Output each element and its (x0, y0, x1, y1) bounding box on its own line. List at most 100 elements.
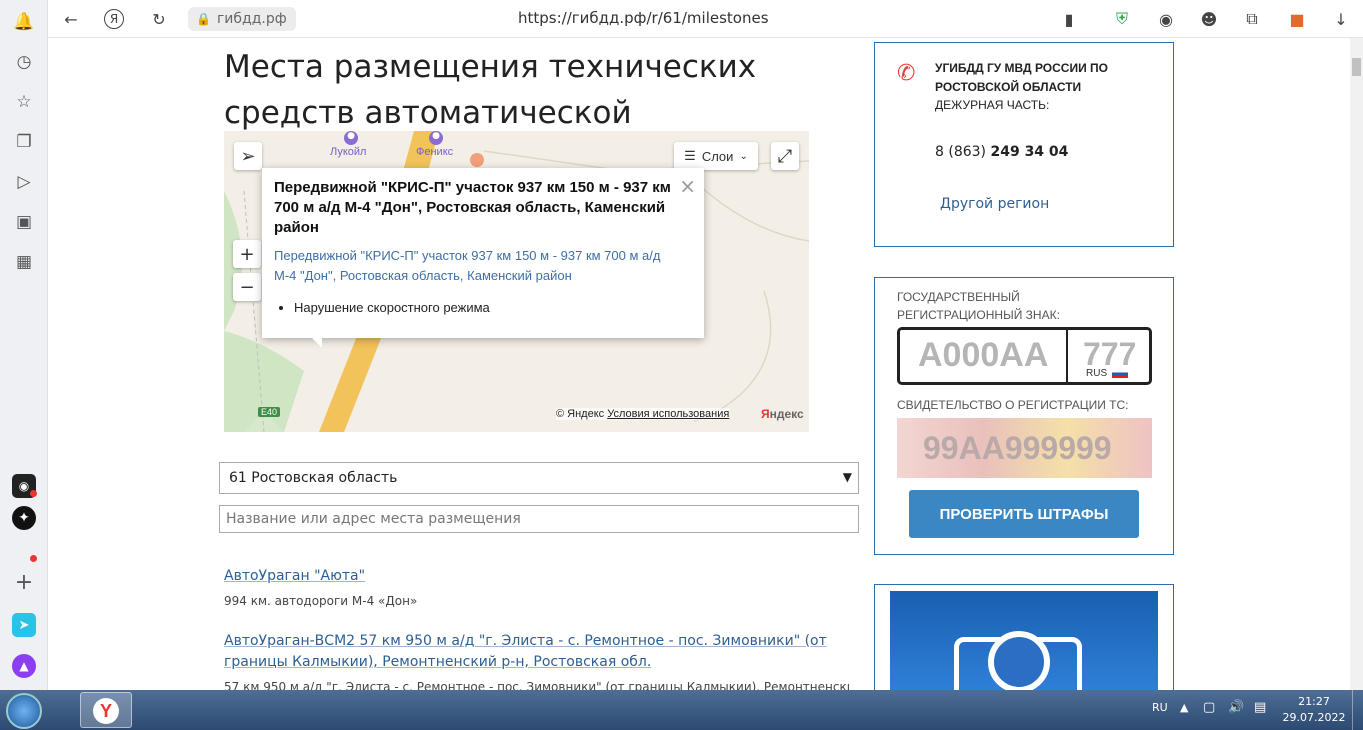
poi-lukoil-icon[interactable]: ● (344, 131, 358, 145)
chevron-down-icon: ⌄ (739, 150, 748, 162)
org-name: УГИБДД ГУ МВД РОССИИ ПО РОСТОВСКОЙ ОБЛАС… (935, 61, 1108, 94)
extension-icon[interactable]: ◉ (1155, 8, 1177, 30)
alice-icon[interactable]: ▲ (12, 654, 36, 678)
violation-item: Нарушение скоростного режима (294, 300, 692, 315)
scrollbar[interactable] (1350, 38, 1363, 690)
contact-box: ✆ УГИБДД ГУ МВД РОССИИ ПО РОСТОВСКОЙ ОБЛ… (874, 42, 1174, 247)
cert-number-placeholder: 99АА999999 (923, 430, 1112, 466)
result-title-link[interactable]: АвтоУраган-ВСМ2 57 км 950 м а/д "г. Элис… (224, 631, 849, 673)
result-subtitle: 994 км. автодороги М-4 «Дон» (224, 594, 418, 608)
address-bar[interactable]: https://гибдд.рф/r/61/milestones (518, 9, 769, 27)
tray-device-icon[interactable]: ▢ (1203, 700, 1215, 715)
dog-extension-icon[interactable]: ☻ (1198, 8, 1220, 30)
domain-text: гибдд.рф (216, 11, 287, 27)
poi-lukoil-label: Лукойл (330, 146, 367, 158)
messenger-icon[interactable]: ➤ (12, 613, 36, 637)
bell-icon[interactable]: 🔔 (12, 10, 36, 34)
reload-icon[interactable]: ↻ (148, 8, 170, 30)
plate-number-placeholder: А000АА (918, 336, 1049, 374)
protect-shield-icon[interactable]: ⛨ (1111, 8, 1133, 30)
region-value: 61 Ростовская область (229, 470, 398, 486)
browser-toolbar: ← Я ↻ 🔒 гибдд.рф https://гибдд.рф/r/61/m… (48, 0, 1363, 38)
notification-dot (30, 555, 37, 562)
plate-input[interactable]: А000АА 777 RUS (897, 327, 1152, 385)
add-icon[interactable]: + (12, 570, 36, 595)
play-icon[interactable]: ▷ (12, 170, 36, 194)
notification-dot (30, 490, 37, 497)
phone-number[interactable]: 8 (863) 249 34 04 (935, 144, 1068, 160)
close-icon[interactable]: × (679, 174, 696, 198)
check-fines-button[interactable]: ПРОВЕРИТЬ ШТРАФЫ (909, 490, 1139, 538)
profile-extension-icon[interactable]: ■ (1286, 8, 1308, 30)
network-icon[interactable]: ▤ (1254, 700, 1266, 715)
layers-label: Слои (701, 148, 734, 164)
taskbar: Y RU ▲ ▢ 🔊 ▤ 21:27 29.07.2022 (0, 690, 1363, 730)
cert-label: СВИДЕТЕЛЬСТВО О РЕГИСТРАЦИИ ТС: (897, 398, 1129, 412)
clock-time: 21:27 (1298, 695, 1330, 708)
other-region-link[interactable]: Другой регион (940, 196, 1049, 212)
terms-link[interactable]: Условия использования (607, 408, 729, 420)
clock-date: 29.07.2022 (1282, 711, 1346, 724)
scrollbar-thumb[interactable] (1352, 58, 1361, 76)
show-desktop-button[interactable] (1352, 690, 1363, 730)
language-indicator[interactable]: RU (1152, 701, 1168, 714)
list-item: АвтоУраган-ВСМ2 57 км 950 м а/д "г. Элис… (224, 631, 849, 696)
balloon-tail (312, 338, 322, 348)
clock[interactable]: 21:27 29.07.2022 (1282, 694, 1346, 726)
fines-box: ГОСУДАРСТВЕННЫЙ РЕГИСТРАЦИОННЫЙ ЗНАК: А0… (874, 277, 1174, 555)
back-icon[interactable]: ← (60, 8, 82, 30)
apps-grid-icon[interactable]: ▦ (12, 250, 36, 274)
plate-label: ГОСУДАРСТВЕННЫЙ РЕГИСТРАЦИОННЫЙ ЗНАК: (897, 290, 1060, 322)
road-label: E40 (258, 407, 281, 417)
domain-pill[interactable]: 🔒 гибдд.рф (188, 7, 296, 31)
balloon-link[interactable]: Передвижной "КРИС-П" участок 937 км 150 … (274, 246, 674, 286)
star-icon[interactable]: ☆ (12, 90, 36, 114)
tray-arrow-icon[interactable]: ▲ (1180, 701, 1188, 714)
yandex-browser-icon: Y (93, 698, 119, 724)
translate-icon[interactable]: ⧉ (1241, 8, 1263, 30)
zoom-in-button[interactable]: + (233, 240, 261, 268)
list-item: АвтоУраган "Аюта" 994 км. автодороги М-4… (224, 566, 849, 610)
camera-banner[interactable] (890, 591, 1158, 691)
poi-feniks-label: Феникс (416, 146, 454, 158)
layers-button[interactable]: ☰ Слои ⌄ (674, 142, 758, 170)
collections-icon[interactable]: ❐ (12, 130, 36, 154)
zoom-out-button[interactable]: − (233, 273, 261, 301)
phone-icon: ✆ (897, 61, 916, 86)
search-input[interactable] (219, 505, 859, 533)
browser-taskbar-button[interactable]: Y (80, 692, 132, 728)
map-copyright: © Яндекс Условия использования (556, 408, 730, 420)
layers-icon: ☰ (684, 148, 696, 163)
duty-label: ДЕЖУРНАЯ ЧАСТЬ: (935, 98, 1050, 112)
map-balloon: Передвижной "КРИС-П" участок 937 км 150 … (262, 168, 704, 348)
download-icon[interactable]: ↓ (1330, 8, 1352, 30)
expand-icon: ⤢ (777, 145, 793, 167)
volume-icon[interactable]: 🔊 (1228, 700, 1244, 715)
fullscreen-button[interactable]: ⤢ (771, 142, 799, 170)
dropdown-arrow-icon: ▼ (842, 470, 852, 484)
yandex-logo: Яндекс (761, 407, 804, 421)
bookmark-icon[interactable]: ▮ (1058, 8, 1080, 30)
camera-lens (988, 631, 1050, 691)
start-button[interactable] (6, 693, 42, 729)
violation-list: Нарушение скоростного режима (294, 300, 692, 315)
flag-icon (1112, 370, 1128, 378)
cert-input[interactable]: 99АА999999 (897, 418, 1152, 478)
banner-box (874, 584, 1174, 691)
history-icon[interactable]: ◷ (12, 50, 36, 74)
poi-feniks-icon[interactable]: ● (429, 131, 443, 145)
copyright-text: © Яндекс (556, 408, 605, 420)
poi-cafe-icon[interactable] (470, 153, 484, 167)
lock-icon: 🔒 (196, 12, 211, 26)
plate-rus: RUS (1086, 368, 1108, 379)
locate-arrow-icon: ➢ (240, 145, 256, 167)
region-select[interactable]: 61 Ростовская область ▼ (219, 462, 859, 494)
browser-sidebar: 🔔 ◷ ☆ ❐ ▷ ▣ ▦ ◉ ✦ + ➤ ▲ (0, 0, 48, 690)
result-title-link[interactable]: АвтоУраган "Аюта" (224, 566, 849, 587)
plate-divider (1066, 330, 1068, 382)
geolocation-button[interactable]: ➢ (234, 142, 262, 170)
compass-icon[interactable]: ✦ (12, 506, 36, 530)
yandex-icon[interactable]: Я (104, 9, 124, 29)
screenshot-icon[interactable]: ▣ (12, 210, 36, 234)
phone-main: 249 34 04 (990, 144, 1069, 160)
